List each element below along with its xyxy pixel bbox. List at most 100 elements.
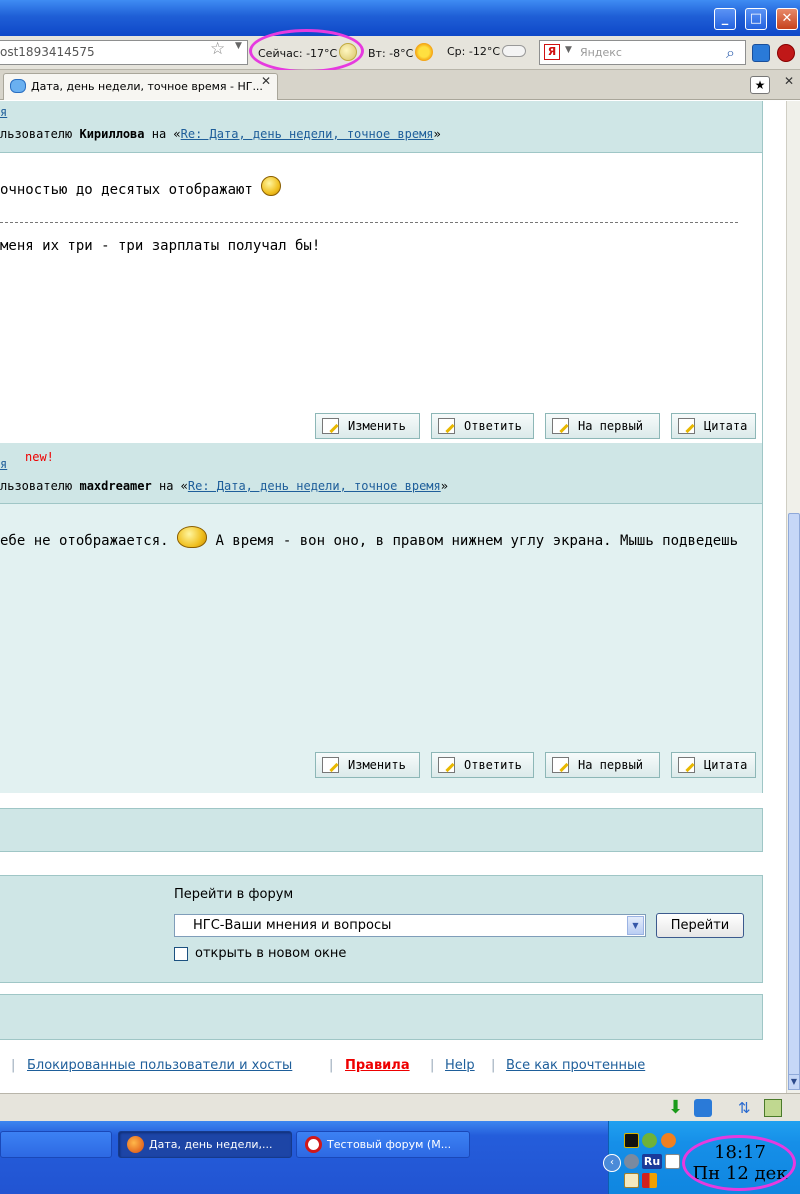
download-arrow-icon[interactable]: ⬇ (668, 1099, 686, 1117)
page-content: я льзователю Кириллова на «Re: Дата, ден… (0, 101, 786, 1093)
tab-close-icon[interactable]: ✕ (261, 74, 271, 88)
quote-icon (678, 757, 695, 773)
post-text-1a: ебе не отображается. (0, 533, 169, 549)
adblock-icon[interactable] (777, 44, 795, 62)
vertical-scrollbar[interactable]: ▼ (786, 101, 800, 1093)
reply-info: льзователю maxdreamer на «Re: Дата, день… (0, 479, 448, 493)
tab-list-icon[interactable]: ★ (750, 76, 770, 94)
smiley-icon (261, 176, 282, 196)
quote-label: Цитата (704, 419, 748, 433)
tray-speaker-icon[interactable] (624, 1154, 639, 1169)
close-button[interactable]: ✕ (776, 8, 798, 30)
tray-grid-icon[interactable] (642, 1173, 657, 1188)
rules-link[interactable]: Правила (345, 1058, 410, 1073)
reply-icon (438, 418, 455, 434)
reply-icon (438, 757, 455, 773)
weather-tue[interactable]: Вт: -8°C (368, 43, 434, 63)
search-icon[interactable]: ⌕ (726, 43, 735, 63)
tray-collapse-chevron-icon[interactable]: ‹ (603, 1154, 621, 1172)
reply-mid: на « (158, 479, 188, 493)
opera-icon (305, 1136, 322, 1153)
edit-button[interactable]: Изменить (315, 752, 420, 778)
to-first-label: На первый (578, 758, 644, 772)
reply-subject-link[interactable]: Re: Дата, день недели, точное время (188, 479, 441, 493)
reply-info: льзователю Кириллова на «Re: Дата, день … (0, 127, 441, 141)
edit-icon (322, 757, 339, 773)
toolbar-extension-icon[interactable] (752, 44, 770, 62)
reply-subject-link[interactable]: Re: Дата, день недели, точное время (181, 127, 434, 141)
reply-prefix: льзователю (0, 127, 73, 141)
post-author-link[interactable]: я (0, 457, 7, 471)
empty-info-bar (0, 808, 763, 852)
footer-separator: | (491, 1058, 496, 1073)
reply-to-user: maxdreamer (79, 479, 152, 493)
tray-app-icon[interactable] (624, 1133, 639, 1148)
post-author-link[interactable]: я (0, 105, 7, 119)
sun-icon (415, 43, 434, 61)
post-text-line: ебе не отображается. А время - вон оно, … (0, 526, 738, 552)
bookmark-star-icon[interactable]: ☆ (210, 39, 225, 59)
minimize-button[interactable]: _ (714, 8, 736, 30)
post-text-2: меня их три - три зарплаты получал бы! (0, 238, 321, 254)
bottom-info-bar (0, 994, 763, 1040)
task-label-firefox: Дата, день недели,... (149, 1138, 273, 1151)
task-label-opera: Тестовый форум (М... (327, 1138, 452, 1151)
tray-orange-icon[interactable] (661, 1133, 676, 1148)
to-first-icon (552, 418, 569, 434)
to-first-label: На первый (578, 419, 644, 433)
search-engine-dropdown-icon[interactable]: ▼ (565, 45, 572, 55)
cloud-icon (502, 45, 527, 57)
extension-status-icon[interactable] (694, 1099, 712, 1117)
scroll-down-arrow-icon[interactable]: ▼ (788, 1074, 800, 1090)
edit-button[interactable]: Изменить (315, 413, 420, 439)
mark-all-read-link[interactable]: Все как прочтенные (506, 1058, 645, 1073)
tray-android-icon[interactable] (642, 1133, 657, 1148)
search-placeholder: Яндекс (580, 46, 622, 59)
reply-to-user: Кириллова (79, 127, 145, 141)
url-dropdown-icon[interactable]: ▼ (235, 41, 242, 51)
forum-jump-label: Перейти в форум (174, 887, 294, 902)
go-button[interactable]: Перейти (656, 913, 744, 938)
scrollbar-thumb[interactable] (788, 513, 800, 1078)
reply-button[interactable]: Ответить (431, 413, 534, 439)
quote-button[interactable]: Цитата (671, 752, 756, 778)
post-header: я new! льзователю maxdreamer на «Re: Дат… (0, 443, 763, 504)
chevron-down-icon[interactable]: ▼ (627, 916, 644, 935)
new-window-label: открыть в новом окне (195, 946, 347, 961)
tray-note-icon[interactable] (624, 1173, 639, 1188)
quote-icon (678, 418, 695, 434)
taskbar-task-opera[interactable]: Тестовый форум (М... (296, 1131, 470, 1158)
to-first-icon (552, 757, 569, 773)
reply-button[interactable]: Ответить (431, 752, 534, 778)
new-badge: new! (25, 450, 54, 464)
to-first-button[interactable]: На первый (545, 413, 660, 439)
reply-end: » (433, 127, 441, 141)
sync-arrows-icon[interactable]: ⇅ (738, 1099, 756, 1117)
to-first-button[interactable]: На первый (545, 752, 660, 778)
taskbar-hidden-task[interactable] (0, 1131, 112, 1158)
close-tab-icon[interactable]: ✕ (784, 74, 794, 88)
clipboard-icon[interactable] (764, 1099, 782, 1117)
reply-prefix: льзователю (0, 479, 73, 493)
post-text-line: очностью до десятых отображают (0, 176, 282, 200)
reply-label: Ответить (464, 758, 522, 772)
edit-label: Изменить (348, 758, 406, 772)
yandex-logo-icon: Я (544, 44, 560, 60)
new-window-checkbox[interactable] (174, 947, 188, 961)
quote-label: Цитата (704, 758, 748, 772)
tray-white-icon[interactable] (665, 1154, 680, 1169)
maximize-button[interactable]: □ (745, 8, 767, 30)
blocked-users-link[interactable]: Блокированные пользователи и хосты (27, 1058, 292, 1073)
window-titlebar: _ □ ✕ (0, 0, 800, 36)
weather-wed[interactable]: Ср: -12°C (447, 45, 527, 58)
post-text-1: очностью до десятых отображают (0, 182, 253, 198)
tab-forum-thread[interactable]: Дата, день недели, точное время - НГ... … (3, 73, 278, 100)
post-header: я льзователю Кириллова на «Re: Дата, ден… (0, 101, 763, 153)
taskbar-task-firefox[interactable]: Дата, день недели,... (118, 1131, 292, 1158)
search-box[interactable]: Я ▼ Яндекс ⌕ (539, 40, 746, 65)
forum-select[interactable]: НГС-Ваши мнения и вопросы ▼ (174, 914, 646, 937)
quote-button[interactable]: Цитата (671, 413, 756, 439)
weather-highlight-ring (249, 29, 364, 73)
language-indicator[interactable]: Ru (642, 1154, 662, 1169)
help-link[interactable]: Help (445, 1058, 475, 1073)
